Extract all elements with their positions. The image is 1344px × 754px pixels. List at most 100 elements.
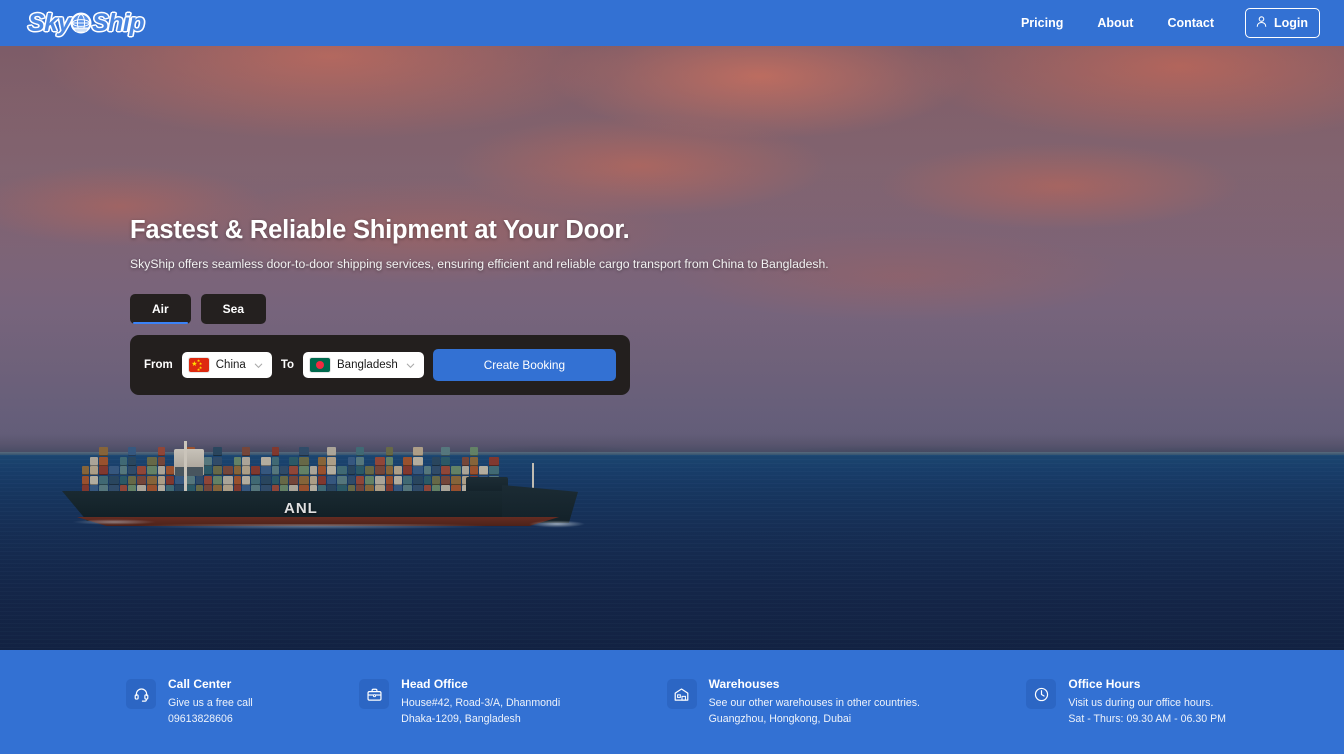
cargo-container xyxy=(90,475,98,485)
cargo-container xyxy=(137,475,146,485)
cargo-container xyxy=(327,447,336,456)
logo-text-left: Sky xyxy=(28,8,71,37)
cargo-container xyxy=(272,475,279,485)
cargo-container xyxy=(242,456,250,466)
footer-title: Call Center xyxy=(168,677,232,691)
cargo-container xyxy=(424,466,431,476)
cargo-container xyxy=(289,466,298,476)
cargo-container xyxy=(90,466,98,476)
cargo-container xyxy=(413,447,423,456)
cargo-container xyxy=(337,466,347,476)
cargo-container xyxy=(489,456,499,466)
user-icon xyxy=(1255,15,1268,31)
cargo-container xyxy=(432,475,440,485)
cargo-container xyxy=(413,456,423,466)
cargo-container xyxy=(310,475,317,485)
cargo-container xyxy=(451,475,461,485)
cargo-container xyxy=(348,466,355,476)
cargo-container xyxy=(196,475,203,485)
origin-country-value: China xyxy=(215,359,246,371)
origin-country-select[interactable]: ★ ★ ★ ★ ★ China xyxy=(181,352,272,378)
footer-line-2: 09613828606 xyxy=(168,713,233,725)
ship-bridge-windows xyxy=(175,467,203,476)
cargo-container xyxy=(356,466,364,476)
cargo-container xyxy=(441,466,450,476)
hero-subtitle: SkyShip offers seamless door-to-door shi… xyxy=(130,257,829,271)
tab-sea[interactable]: Sea xyxy=(200,294,267,324)
cargo-container xyxy=(166,475,174,485)
cargo-container xyxy=(356,447,364,456)
footer-line-1: See our other warehouses in other countr… xyxy=(708,697,920,709)
site-header: Sky Ship Pricing About Contact Login xyxy=(0,0,1344,46)
footer-line-1: Give us a free call xyxy=(168,697,253,709)
globe-ship-icon xyxy=(68,11,94,37)
footer-item-head-office: Head Office House#42, Road-3/A, Dhanmond… xyxy=(359,677,560,727)
ship-bow-mast xyxy=(532,463,534,491)
cargo-container xyxy=(223,475,233,485)
cargo-container xyxy=(204,466,212,476)
cargo-container xyxy=(175,475,184,485)
cargo-container xyxy=(318,475,326,485)
chevron-down-icon xyxy=(253,360,264,371)
nav-pricing[interactable]: Pricing xyxy=(1004,10,1080,36)
cargo-container xyxy=(365,475,374,485)
cargo-container xyxy=(413,466,423,476)
briefcase-icon xyxy=(359,679,390,709)
flag-bangladesh-icon xyxy=(310,358,331,372)
cargo-container xyxy=(470,466,478,476)
footer-line-2: Guangzhou, Hongkong, Dubai xyxy=(708,713,852,725)
nav-contact[interactable]: Contact xyxy=(1150,10,1231,36)
tab-air[interactable]: Air xyxy=(130,294,191,324)
cargo-container xyxy=(158,466,165,476)
cargo-container xyxy=(261,456,271,466)
cargo-container xyxy=(318,466,326,476)
hero-title: Fastest & Reliable Shipment at Your Door… xyxy=(130,216,630,244)
cargo-container xyxy=(375,475,385,485)
destination-country-select[interactable]: Bangladesh xyxy=(303,352,424,378)
landing-page: Sky Ship Pricing About Contact Login ANL… xyxy=(0,0,1344,754)
cargo-container xyxy=(147,456,157,466)
create-booking-button[interactable]: Create Booking xyxy=(432,349,616,381)
cargo-container xyxy=(470,447,478,456)
login-button[interactable]: Login xyxy=(1244,8,1320,38)
container-ship-image: ANL xyxy=(54,441,597,541)
cargo-container xyxy=(280,466,288,476)
cargo-container xyxy=(441,475,450,485)
clock-icon xyxy=(1026,679,1057,709)
cargo-container xyxy=(272,466,279,476)
cargo-container xyxy=(403,466,412,476)
footer-line-2: Dhaka-1209, Bangladesh xyxy=(401,713,521,725)
headset-icon xyxy=(126,679,156,709)
logo[interactable]: Sky Ship xyxy=(28,7,145,39)
flag-china-icon: ★ ★ ★ ★ ★ xyxy=(188,358,209,372)
cargo-container xyxy=(223,466,233,476)
cargo-container xyxy=(386,475,393,485)
cargo-container xyxy=(356,475,364,485)
cargo-container xyxy=(299,475,309,485)
cargo-container xyxy=(375,466,385,476)
cargo-container xyxy=(120,456,127,466)
cargo-container xyxy=(280,475,288,485)
stern-wake xyxy=(54,517,174,527)
cargo-container xyxy=(441,456,450,466)
booking-form: From ★ ★ ★ ★ ★ China To Bangladesh Creat… xyxy=(130,335,630,395)
footer-title: Office Hours xyxy=(1068,677,1141,691)
cargo-container xyxy=(242,475,250,485)
cargo-container xyxy=(386,447,393,456)
cargo-container xyxy=(82,475,89,485)
cargo-container xyxy=(90,456,98,466)
cargo-container xyxy=(128,466,136,476)
footer-line-2: Sat - Thurs: 09.30 AM - 06.30 PM xyxy=(1068,713,1226,725)
cargo-container xyxy=(128,475,136,485)
cargo-container xyxy=(272,456,279,466)
cargo-container xyxy=(158,447,165,456)
ship-superstructure xyxy=(466,477,508,493)
cargo-container xyxy=(242,466,250,476)
info-footer: Call Center Give us a free call 09613828… xyxy=(0,650,1344,754)
nav-about[interactable]: About xyxy=(1080,10,1150,36)
warehouse-icon xyxy=(666,679,697,709)
footer-title: Warehouses xyxy=(708,677,780,691)
cargo-container xyxy=(251,466,260,476)
cargo-container xyxy=(365,466,374,476)
cargo-container xyxy=(289,475,298,485)
